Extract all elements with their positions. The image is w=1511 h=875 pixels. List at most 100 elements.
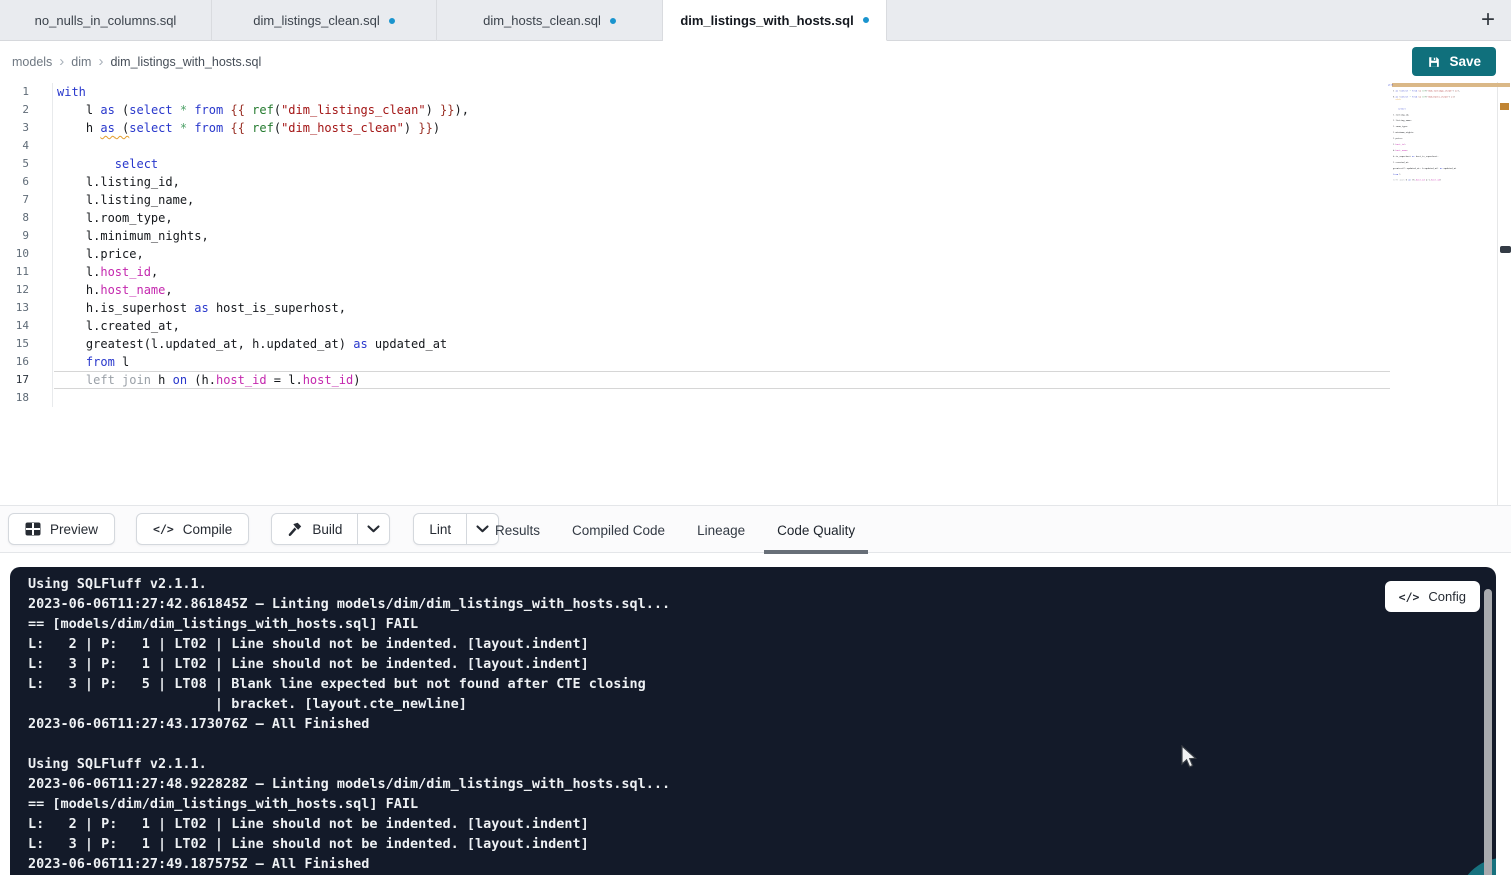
breadcrumb-segment[interactable]: dim xyxy=(71,55,91,69)
line-number: 16 xyxy=(0,353,52,371)
terminal-line: L: 2 | P: 1 | LT02 | Line should not be … xyxy=(28,634,1496,654)
code-line[interactable]: h.is_superhost as host_is_superhost, xyxy=(54,299,1390,317)
unsaved-dot-icon xyxy=(610,18,616,24)
save-icon xyxy=(1427,55,1441,69)
lint-split-button: Lint xyxy=(413,513,499,545)
scrollbar-handle[interactable] xyxy=(1500,246,1511,253)
terminal-line: 2023-06-06T11:27:42.861845Z — Linting mo… xyxy=(28,594,1496,614)
chevron-right-icon: › xyxy=(59,54,64,69)
code-line[interactable]: l.room_type, xyxy=(54,209,1390,227)
compile-button[interactable]: </> Compile xyxy=(136,513,249,545)
code-line[interactable] xyxy=(54,389,1390,407)
line-number: 9 xyxy=(0,227,52,245)
line-number: 18 xyxy=(0,389,52,407)
build-label: Build xyxy=(312,522,342,537)
editor-tabbar: no_nulls_in_columns.sql dim_listings_clea… xyxy=(0,0,1511,41)
lint-dropdown-button[interactable] xyxy=(466,514,498,544)
line-number: 6 xyxy=(0,173,52,191)
code-line[interactable]: l.listing_name, xyxy=(54,191,1390,209)
line-number: 15 xyxy=(0,335,52,353)
line-number: 5 xyxy=(0,155,52,173)
panel-tab-lineage[interactable]: Lineage xyxy=(697,506,745,554)
panel-tab-label: Compiled Code xyxy=(572,523,665,538)
build-button[interactable]: Build xyxy=(272,514,357,544)
mouse-cursor xyxy=(1180,745,1202,776)
minimap[interactable]: with l as (select * from {{ ref("dim_lis… xyxy=(1388,82,1462,202)
code-line[interactable]: h.host_name, xyxy=(54,281,1390,299)
code-line[interactable]: select xyxy=(54,155,1390,173)
line-number: 17 xyxy=(0,371,52,389)
breadcrumb: models › dim › dim_listings_with_hosts.sql xyxy=(12,54,261,69)
tab-dim_listings_with_hosts.sql[interactable]: dim_listings_with_hosts.sql xyxy=(663,0,887,41)
file-header: models › dim › dim_listings_with_hosts.sql S… xyxy=(0,41,1511,82)
code-icon: </> xyxy=(1399,590,1420,604)
config-button[interactable]: </> Config xyxy=(1385,581,1480,612)
code-area[interactable]: with l as (select * from {{ ref("dim_lis… xyxy=(54,83,1390,407)
code-line[interactable]: l.price, xyxy=(54,245,1390,263)
tab-label: dim_hosts_clean.sql xyxy=(483,13,601,28)
line-number: 1 xyxy=(0,83,52,101)
save-button[interactable]: Save xyxy=(1412,47,1496,76)
build-dropdown-button[interactable] xyxy=(357,514,389,544)
terminal-line: 2023-06-06T11:27:49.187575Z — All Finish… xyxy=(28,854,1496,874)
line-number: 4 xyxy=(0,137,52,155)
line-number: 7 xyxy=(0,191,52,209)
panel-tab-compiled-code[interactable]: Compiled Code xyxy=(572,506,665,554)
line-number: 10 xyxy=(0,245,52,263)
tabs-container: no_nulls_in_columns.sql dim_listings_clea… xyxy=(0,0,887,40)
lint-output-terminal: Using SQLFluff v2.1.1.2023-06-06T11:27:4… xyxy=(10,567,1496,875)
tab-label: no_nulls_in_columns.sql xyxy=(35,13,177,28)
terminal-line: L: 3 | P: 5 | LT08 | Blank line expected… xyxy=(28,674,1496,694)
panel-tab-results[interactable]: Results xyxy=(495,506,540,554)
code-line[interactable]: with xyxy=(54,83,1390,101)
preview-button[interactable]: Preview xyxy=(8,513,115,545)
code-line[interactable]: greatest(l.updated_at, h.updated_at) as … xyxy=(54,335,1390,353)
code-line[interactable]: l.created_at, xyxy=(54,317,1390,335)
terminal-line: Using SQLFluff v2.1.1. xyxy=(28,574,1496,594)
new-tab-button[interactable]: + xyxy=(1471,0,1505,40)
code-line[interactable]: from l xyxy=(54,353,1390,371)
terminal-output: Using SQLFluff v2.1.1.2023-06-06T11:27:4… xyxy=(10,567,1496,874)
unsaved-dot-icon xyxy=(863,17,869,23)
panel-tab-label: Lineage xyxy=(697,523,745,538)
preview-label: Preview xyxy=(50,522,98,537)
tab-no_nulls_in_columns.sql[interactable]: no_nulls_in_columns.sql xyxy=(0,0,212,41)
code-editor[interactable]: 123456789101112131415161718 with l as (s… xyxy=(0,82,1511,505)
breadcrumb-segment[interactable]: models xyxy=(12,55,52,69)
panel-tab-label: Code Quality xyxy=(777,523,855,538)
save-button-label: Save xyxy=(1449,54,1481,69)
code-line[interactable]: l.listing_id, xyxy=(54,173,1390,191)
terminal-line: | bracket. [layout.cte_newline] xyxy=(28,694,1496,714)
terminal-line: L: 3 | P: 1 | LT02 | Line should not be … xyxy=(28,654,1496,674)
compile-label: Compile xyxy=(183,522,233,537)
line-number: 13 xyxy=(0,299,52,317)
chevron-down-icon xyxy=(367,525,380,533)
tab-dim_listings_clean.sql[interactable]: dim_listings_clean.sql xyxy=(212,0,437,41)
hammer-icon xyxy=(287,522,303,537)
terminal-scrollbar[interactable] xyxy=(1484,589,1492,875)
breadcrumb-segment[interactable]: dim_listings_with_hosts.sql xyxy=(110,55,261,69)
tab-label: dim_listings_with_hosts.sql xyxy=(680,13,853,28)
chevron-right-icon: › xyxy=(98,54,103,69)
line-number: 8 xyxy=(0,209,52,227)
code-line[interactable]: l.host_id, xyxy=(54,263,1390,281)
panel-tab-label: Results xyxy=(495,523,540,538)
code-line[interactable]: l.minimum_nights, xyxy=(54,227,1390,245)
tab-dim_hosts_clean.sql[interactable]: dim_hosts_clean.sql xyxy=(437,0,663,41)
dbt-ide: no_nulls_in_columns.sql dim_listings_clea… xyxy=(0,0,1511,875)
lint-button[interactable]: Lint xyxy=(414,514,466,544)
line-number: 12 xyxy=(0,281,52,299)
editor-scrollbar[interactable] xyxy=(1497,82,1511,505)
terminal-line: L: 2 | P: 1 | LT02 | Line should not be … xyxy=(28,814,1496,834)
code-line[interactable]: h as (select * from {{ ref("dim_hosts_cl… xyxy=(54,119,1390,137)
line-number: 11 xyxy=(0,263,52,281)
code-line[interactable]: left join h on (h.host_id = l.host_id) xyxy=(54,371,1390,389)
terminal-line: == [models/dim/dim_listings_with_hosts.s… xyxy=(28,614,1496,634)
panel-tab-code-quality[interactable]: Code Quality xyxy=(777,506,855,554)
line-number: 3 xyxy=(0,119,52,137)
code-line[interactable] xyxy=(54,137,1390,155)
minimap-line xyxy=(1388,183,1462,189)
code-line[interactable]: l as (select * from {{ ref("dim_listings… xyxy=(54,101,1390,119)
tab-label: dim_listings_clean.sql xyxy=(253,13,379,28)
unsaved-dot-icon xyxy=(389,18,395,24)
